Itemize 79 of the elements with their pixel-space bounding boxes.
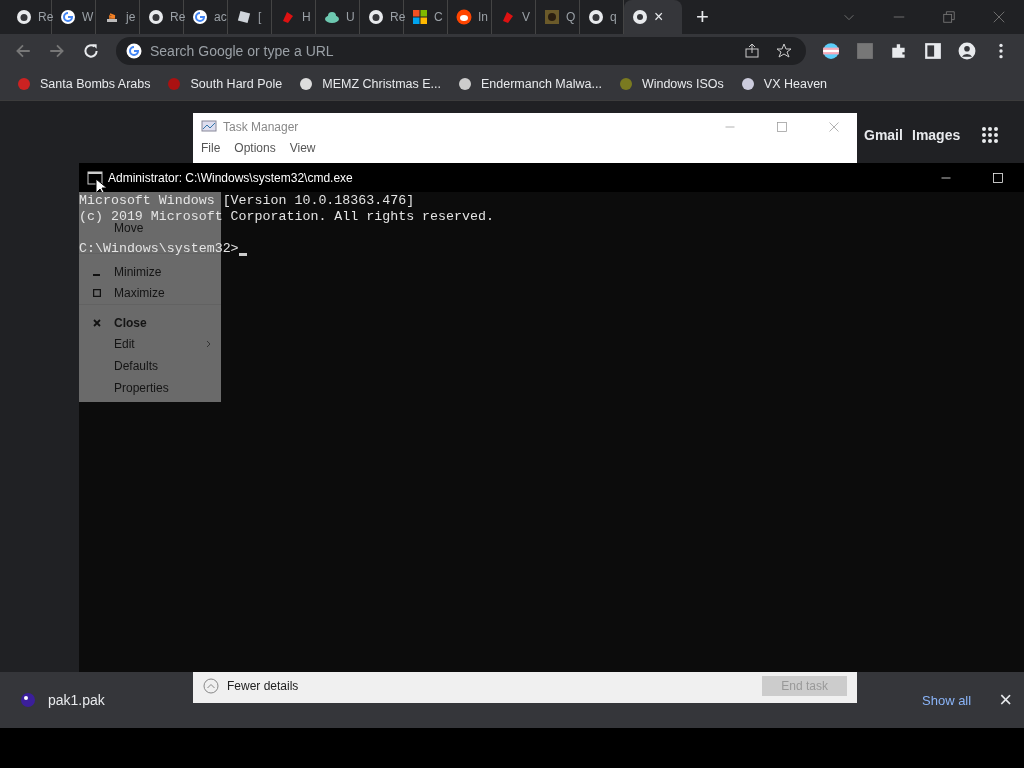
star-icon[interactable] [776, 43, 792, 59]
bookmark[interactable]: Endermanch Malwa... [457, 76, 602, 92]
menu-item[interactable]: Properties [79, 377, 221, 399]
site-icon [280, 9, 296, 25]
site-icon [412, 9, 428, 25]
back-arrow-icon[interactable] [14, 42, 32, 60]
tab-title: V [522, 10, 530, 24]
tab-title: Q [566, 10, 576, 24]
close-icon [92, 318, 101, 327]
menu-item[interactable]: Maximize [79, 282, 221, 304]
striped-circle-icon[interactable] [822, 42, 840, 60]
new-tab-button[interactable]: + [696, 4, 709, 30]
text-cursor [238, 253, 247, 256]
extension-square-icon[interactable] [856, 42, 874, 60]
google-g-icon [192, 9, 208, 25]
fewer-details-link[interactable]: Fewer details [227, 679, 299, 693]
tab-title: Re [170, 10, 186, 24]
show-all-button[interactable]: Show all [922, 692, 972, 708]
bookmark[interactable]: South Hard Pole [166, 76, 283, 92]
browser-tab[interactable]: × [624, 0, 682, 34]
tab-title: W [82, 10, 94, 24]
puzzle-piece-icon[interactable] [890, 42, 908, 60]
bookmark-favicon-icon [457, 76, 473, 92]
bookmark-favicon-icon [16, 76, 32, 92]
menu-item[interactable]: File [201, 141, 221, 155]
google-g-icon [60, 9, 76, 25]
minimize-icon [93, 273, 100, 276]
apps-grid-icon[interactable] [981, 126, 999, 144]
reload-icon[interactable] [82, 42, 100, 60]
site-icon [236, 9, 252, 25]
gmail-link[interactable]: Gmail [864, 127, 903, 143]
tab-title: H [302, 10, 311, 24]
close-button[interactable]: × [999, 687, 1012, 713]
window-title: Task Manager [223, 120, 299, 134]
menu-item[interactable]: Options [234, 141, 276, 155]
bookmark-favicon-icon [166, 76, 183, 92]
restore-icon[interactable] [942, 10, 956, 24]
close-icon[interactable] [992, 10, 1006, 24]
collapse-chevron-icon[interactable] [203, 678, 219, 694]
close-tab-button[interactable]: × [654, 8, 664, 26]
tab-title: C [434, 10, 443, 24]
console-icon [87, 169, 103, 186]
tab-title: q [610, 10, 617, 24]
tab-title: In [478, 10, 488, 24]
menu-item[interactable]: Edit [79, 333, 221, 355]
maximize-icon [92, 289, 101, 297]
side-panel-icon[interactable] [924, 42, 942, 60]
file-orb-icon [20, 692, 36, 708]
bookmark[interactable]: Santa Bombs Arabs [16, 76, 151, 92]
monitor-chart-icon [201, 119, 217, 135]
images-link[interactable]: Images [912, 127, 961, 143]
tab-title: ac [214, 10, 227, 24]
site-icon [544, 9, 560, 25]
address-bar[interactable]: Search Google or type a URL [116, 37, 806, 65]
google-g-icon [126, 43, 142, 59]
tab-title: Re [38, 10, 54, 24]
bookmark[interactable]: VX Heaven [739, 76, 828, 92]
window-title: Administrator: C:\Windows\system32\cmd.exe [108, 170, 353, 185]
bookmark-favicon-icon [739, 76, 756, 92]
share-icon[interactable] [744, 43, 760, 59]
site-icon [324, 9, 340, 25]
tab-title: [ [258, 10, 262, 24]
profile-avatar-icon[interactable] [958, 42, 976, 60]
forward-arrow-icon[interactable] [48, 42, 66, 60]
tab-title: U [346, 10, 355, 24]
menu-item[interactable]: Defaults [79, 355, 221, 377]
tab-title: Re [390, 10, 406, 24]
bookmark-favicon-icon [617, 76, 634, 92]
site-icon [500, 9, 516, 25]
tab-title: je [126, 10, 136, 24]
console-line: Microsoft Windows [Version 10.0.18363.476] [79, 193, 415, 209]
bookmark[interactable]: Windows ISOs [617, 76, 724, 92]
site-icon [456, 9, 472, 25]
close-icon[interactable] [828, 121, 840, 133]
menu-item[interactable]: View [289, 141, 316, 155]
bookmark-favicon-icon [298, 76, 315, 92]
menu-item[interactable]: Close [79, 304, 221, 333]
download-item[interactable]: pak1.pak [48, 692, 105, 708]
bookmark[interactable]: MEMZ Christmas E... [298, 76, 441, 92]
